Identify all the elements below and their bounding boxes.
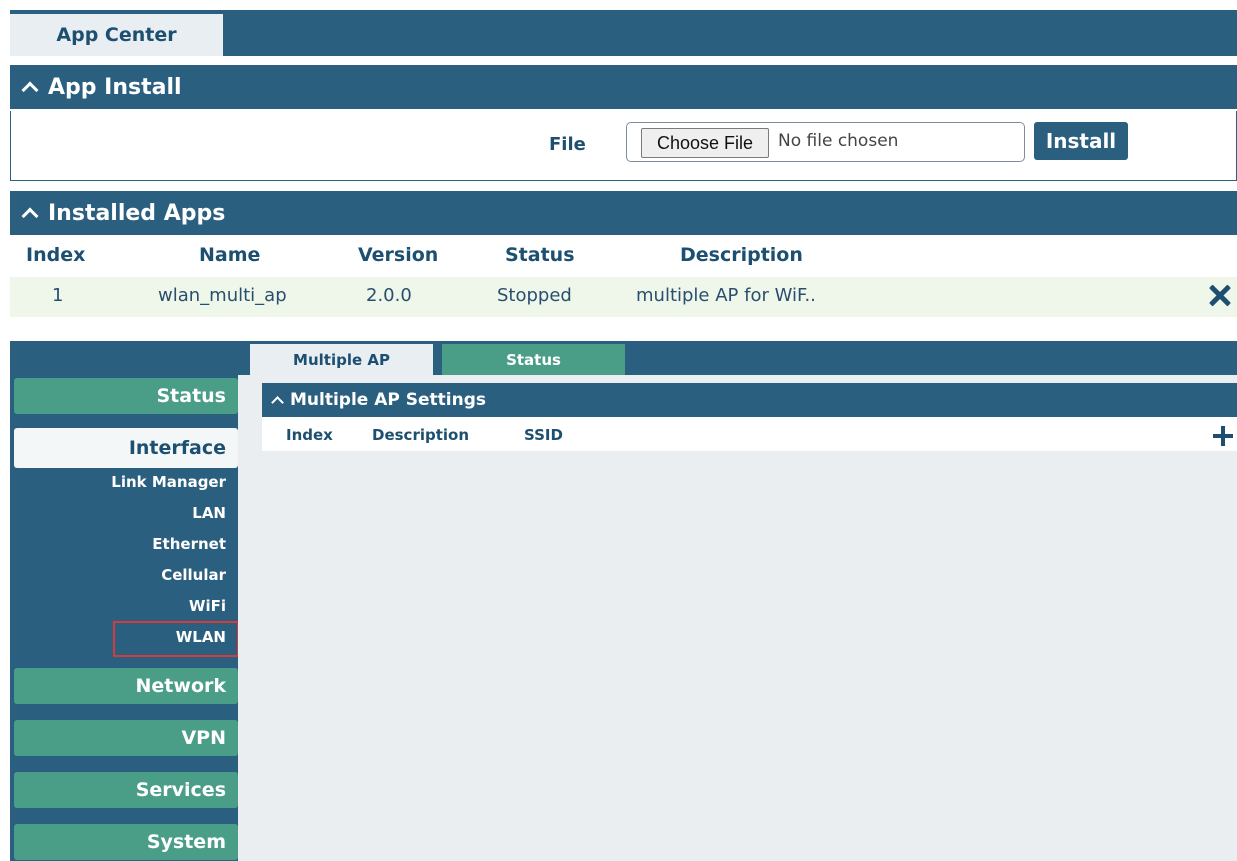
add-icon[interactable] xyxy=(1213,426,1233,446)
table-row: 1 wlan_multi_ap 2.0.0 Stopped multiple A… xyxy=(10,277,1237,317)
multiple-ap-columns: Index Description SSID xyxy=(262,417,1237,451)
tab-multiple-ap[interactable]: Multiple AP xyxy=(250,344,433,375)
multiple-ap-settings-header[interactable]: Multiple AP Settings xyxy=(262,383,1237,417)
choose-file-button[interactable]: Choose File xyxy=(641,128,769,158)
sidebar-item-status[interactable]: Status xyxy=(14,378,238,414)
tab-app-center[interactable]: App Center xyxy=(10,14,223,56)
chevron-up-icon xyxy=(270,393,286,407)
column-header-description: Description xyxy=(372,426,470,444)
sidebar-item-system[interactable]: System xyxy=(14,824,238,860)
column-header-name: Name xyxy=(199,244,261,266)
installed-apps-columns: Index Name Version Status Description xyxy=(10,236,1237,274)
row-index: 1 xyxy=(52,285,64,306)
column-header-index: Index xyxy=(286,426,333,444)
no-file-chosen-text: No file chosen xyxy=(778,131,899,151)
install-button[interactable]: Install xyxy=(1034,122,1128,160)
multiple-ap-settings-title: Multiple AP Settings xyxy=(290,390,487,410)
delete-icon[interactable] xyxy=(1205,281,1235,311)
sidebar-item-interface[interactable]: Interface xyxy=(14,428,238,468)
column-header-description: Description xyxy=(680,244,803,266)
column-header-version: Version xyxy=(358,244,439,266)
row-status: Stopped xyxy=(497,285,572,306)
chevron-up-icon xyxy=(20,78,42,96)
sidebar-item-vpn[interactable]: VPN xyxy=(14,720,238,756)
installed-apps-title: Installed Apps xyxy=(48,200,226,226)
row-description: multiple AP for WiF.. xyxy=(636,285,816,306)
screenshot-divider xyxy=(0,323,1237,336)
installed-apps-header[interactable]: Installed Apps xyxy=(10,191,1237,235)
sidebar-subitem-wifi[interactable]: WiFi xyxy=(189,597,226,615)
file-label: File xyxy=(549,134,586,155)
wlan-highlight-box xyxy=(113,621,239,657)
sidebar-subitem-ethernet[interactable]: Ethernet xyxy=(152,535,226,553)
chevron-up-icon xyxy=(20,204,42,222)
column-header-ssid: SSID xyxy=(524,426,563,444)
column-header-status: Status xyxy=(505,244,575,266)
sidebar-subitem-link-manager[interactable]: Link Manager xyxy=(111,473,226,491)
sidebar-item-services[interactable]: Services xyxy=(14,772,238,808)
tab-status[interactable]: Status xyxy=(442,344,625,375)
row-name: wlan_multi_ap xyxy=(158,285,287,306)
sidebar-subitem-lan[interactable]: LAN xyxy=(192,504,226,522)
column-header-index: Index xyxy=(26,244,86,266)
app-install-title: App Install xyxy=(48,74,182,100)
row-version: 2.0.0 xyxy=(366,285,412,306)
sidebar-subitem-cellular[interactable]: Cellular xyxy=(161,566,226,584)
sidebar-item-network[interactable]: Network xyxy=(14,668,238,704)
app-install-header[interactable]: App Install xyxy=(10,65,1237,109)
